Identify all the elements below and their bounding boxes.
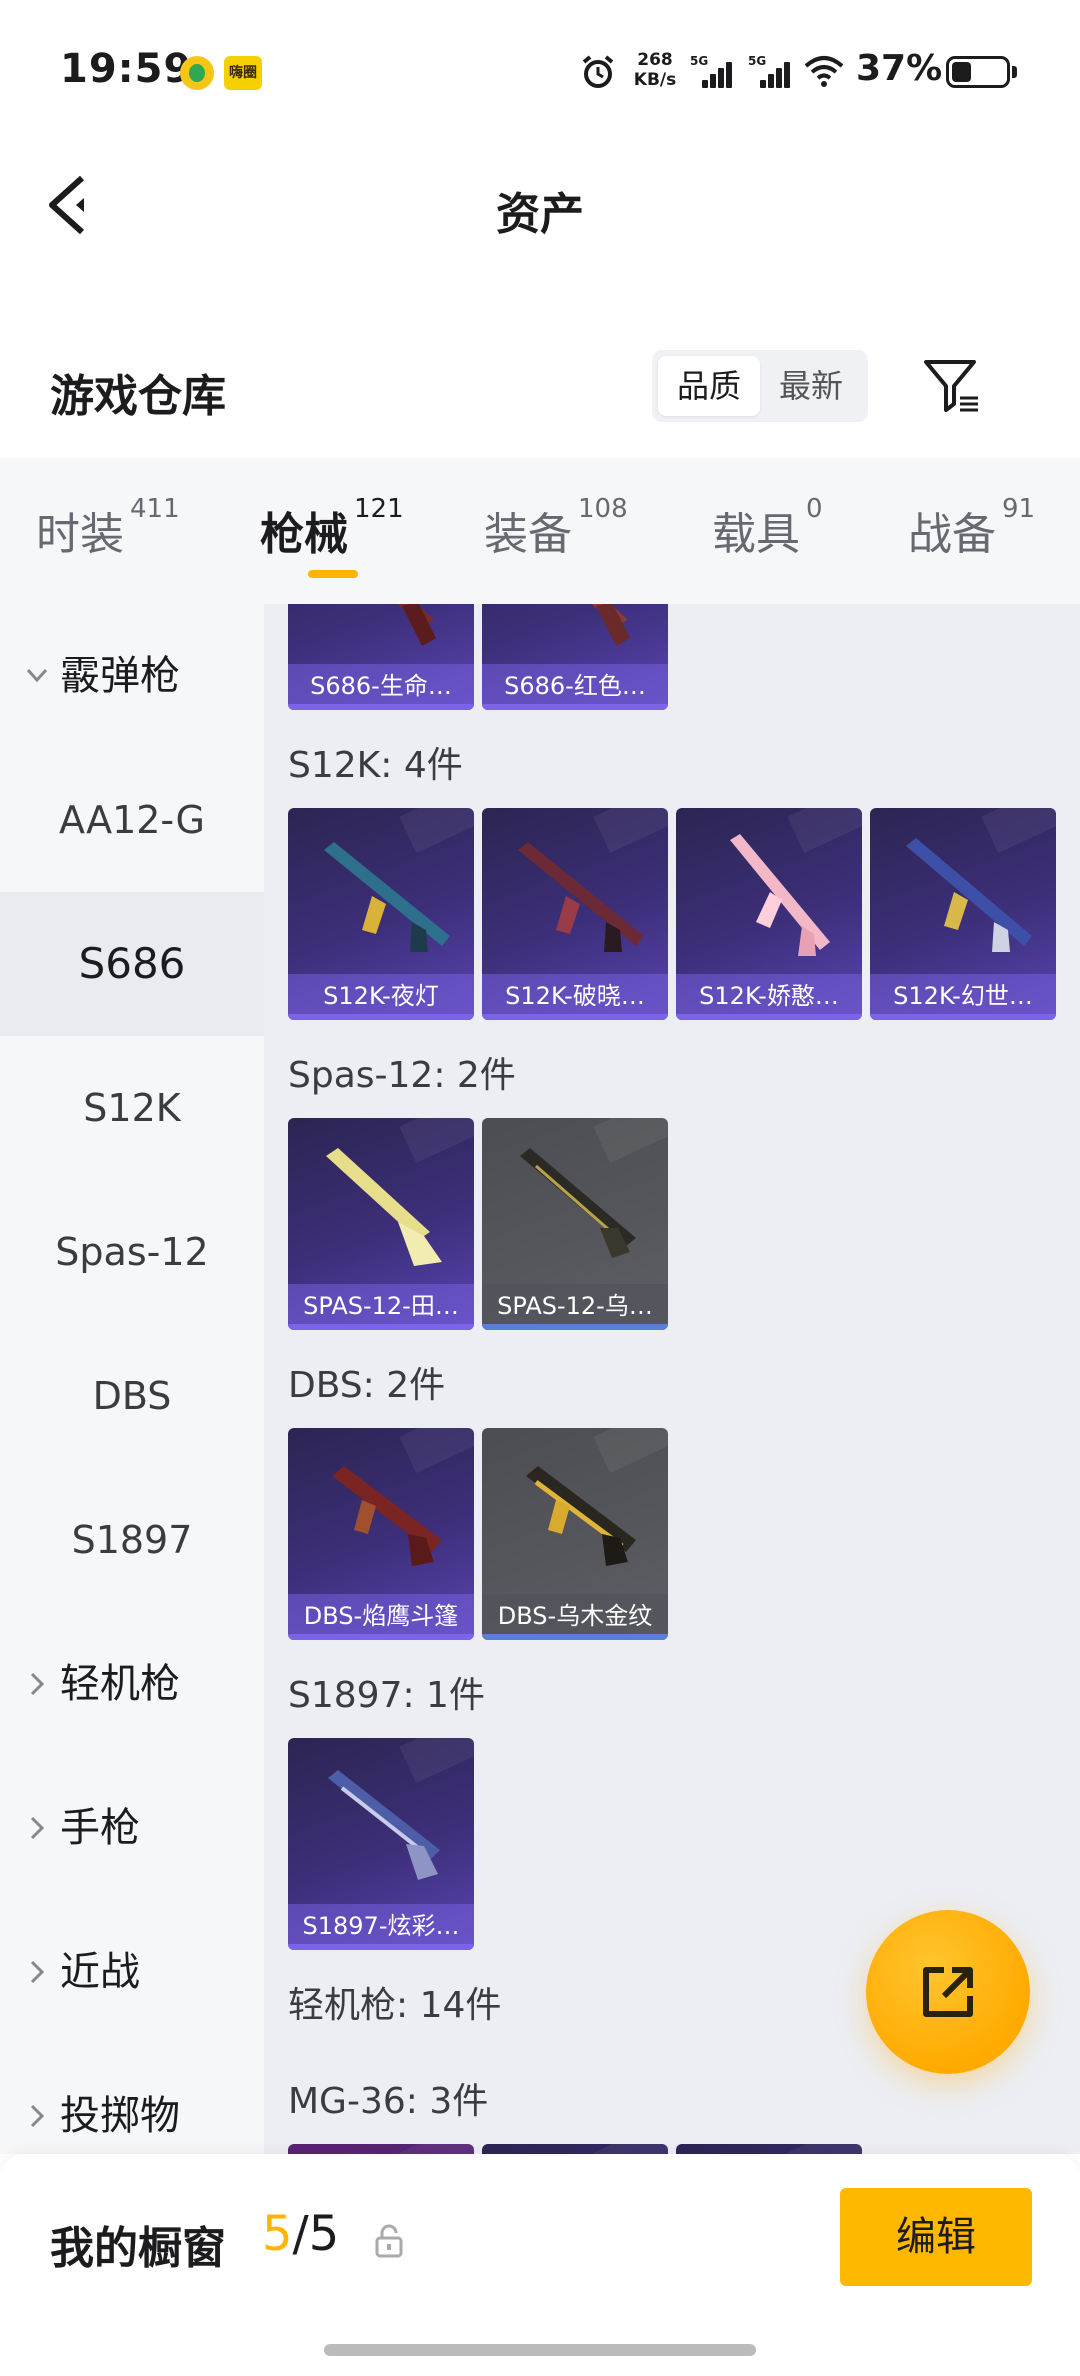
- filter-icon[interactable]: [920, 354, 984, 418]
- status-time: 19:59: [60, 46, 193, 92]
- shotgun-icon: [328, 1770, 440, 1880]
- weapon-card-name: DBS-焰鹰斗篷: [288, 1594, 474, 1640]
- page-title: 资产: [496, 189, 584, 240]
- signal-icon: 5G: [748, 54, 794, 90]
- sidebar-group-lmg[interactable]: 轻机枪: [0, 1612, 264, 1756]
- weapon-card[interactable]: [288, 2144, 474, 2154]
- group-label-spas12: Spas-12: 2件: [288, 1055, 516, 1096]
- shotgun-icon: [332, 1466, 442, 1566]
- shotgun-icon: [397, 604, 436, 646]
- shotgun-icon: [591, 604, 630, 646]
- weapon-card[interactable]: S12K-幻世…: [870, 808, 1056, 1020]
- battery-icon: [946, 56, 1010, 88]
- chevron-right-icon: [30, 2104, 45, 2128]
- weapon-card[interactable]: [676, 2144, 862, 2154]
- weapon-card[interactable]: S12K-破晓…: [482, 808, 668, 1020]
- sidebar-group-shotgun[interactable]: 霰弹枪: [0, 604, 264, 748]
- share-button[interactable]: [866, 1910, 1030, 2074]
- battery-percent: 37%: [856, 48, 943, 89]
- group-label-dbs: DBS: 2件: [288, 1365, 446, 1406]
- chevron-right-icon: [30, 1960, 45, 1984]
- weapon-card-name: S12K-破晓…: [482, 974, 668, 1020]
- weapon-card-name: DBS-乌木金纹: [482, 1594, 668, 1640]
- app-notification-icon: 嗨圈: [224, 56, 262, 90]
- chevron-down-icon: [26, 668, 48, 683]
- sidebar-item-s1897[interactable]: S1897: [0, 1468, 264, 1612]
- weapon-card[interactable]: [482, 2144, 668, 2154]
- tab-supplies[interactable]: 战备 91: [908, 494, 1035, 562]
- chevron-right-icon: [30, 1672, 45, 1696]
- weapon-card[interactable]: S686-生命…: [288, 604, 474, 710]
- rifle-icon: [906, 838, 1032, 952]
- weapon-card[interactable]: S686-红色…: [482, 604, 668, 710]
- weapon-card[interactable]: S12K-夜灯: [288, 808, 474, 1020]
- active-tab-indicator: [308, 570, 358, 578]
- sidebar-item-spas12[interactable]: Spas-12: [0, 1180, 264, 1324]
- category-tabs: 时装 411 枪械 121 装备 108 载具 0 战备 91: [0, 458, 1080, 604]
- sidebar-group-pistol[interactable]: 手枪: [0, 1756, 264, 1900]
- showcase-bar: 我的橱窗 5/5 编辑: [0, 2154, 1080, 2376]
- edit-button[interactable]: 编辑: [840, 2188, 1032, 2286]
- tab-equipment[interactable]: 装备 108: [484, 494, 628, 562]
- sidebar-item-dbs[interactable]: DBS: [0, 1324, 264, 1468]
- weapon-card-name: S1897-炫彩…: [288, 1904, 474, 1950]
- sidebar-group-melee[interactable]: 近战: [0, 1900, 264, 2044]
- share-icon: [923, 1967, 973, 2017]
- music-app-icon: [180, 56, 214, 90]
- tab-firearms[interactable]: 枪械 121: [260, 494, 404, 562]
- shotgun-icon: [526, 1466, 636, 1566]
- group-label-s1897: S1897: 1件: [288, 1675, 485, 1716]
- shotgun-icon: [326, 1148, 442, 1266]
- weapon-card-name: S686-生命…: [288, 664, 474, 710]
- group-label-lmg: 轻机枪: 14件: [288, 1985, 502, 2026]
- battery-level: [952, 62, 972, 82]
- tab-outfits[interactable]: 时装 411: [36, 494, 180, 562]
- weapon-card-name: S12K-娇憨…: [676, 974, 862, 1020]
- weapon-card-name: S686-红色…: [482, 664, 668, 710]
- sidebar-item-s12k[interactable]: S12K: [0, 1036, 264, 1180]
- app-header: 资产: [0, 140, 1080, 270]
- shotgun-icon: [520, 1148, 636, 1258]
- weapon-card-name: SPAS-12-乌…: [482, 1284, 668, 1330]
- showcase-count: 5/5: [262, 2206, 340, 2262]
- sort-toggle: 品质 最新: [652, 350, 868, 422]
- weapon-card[interactable]: SPAS-12-田…: [288, 1118, 474, 1330]
- weapon-card[interactable]: S1897-炫彩…: [288, 1738, 474, 1950]
- rifle-icon: [730, 834, 830, 956]
- weapon-card[interactable]: S12K-娇憨…: [676, 808, 862, 1020]
- weapon-category-sidebar: 霰弹枪 AA12-G S686 S12K Spas-12 DBS S1897 轻…: [0, 604, 264, 2154]
- showcase-title: 我的橱窗: [50, 2223, 226, 2274]
- status-bar: 19:59 嗨圈 268 KB/s 5G 5G 37%: [0, 0, 1080, 140]
- signal-icon: 5G: [690, 54, 736, 90]
- group-label-s12k: S12K: 4件: [288, 745, 463, 786]
- weapon-card-name: SPAS-12-田…: [288, 1284, 474, 1330]
- group-label-mg36: MG-36: 3件: [288, 2081, 489, 2122]
- battery-cap: [1012, 66, 1017, 78]
- chevron-right-icon: [30, 1816, 45, 1840]
- sidebar-item-s686[interactable]: S686: [0, 892, 264, 1036]
- sidebar-group-throwable[interactable]: 投掷物: [0, 2044, 264, 2154]
- weapon-card[interactable]: DBS-焰鹰斗篷: [288, 1428, 474, 1640]
- sort-quality-button[interactable]: 品质: [658, 356, 760, 416]
- network-speed: 268 KB/s: [633, 50, 677, 90]
- tab-vehicles[interactable]: 载具 0: [712, 494, 823, 562]
- rifle-icon: [324, 842, 450, 952]
- rifle-icon: [518, 842, 644, 952]
- weapon-card-name: S12K-幻世…: [870, 974, 1056, 1020]
- lock-icon: [375, 2224, 403, 2258]
- weapon-card-name: S12K-夜灯: [288, 974, 474, 1020]
- alarm-icon: [582, 55, 614, 88]
- sort-newest-button[interactable]: 最新: [760, 356, 862, 416]
- weapon-card[interactable]: DBS-乌木金纹: [482, 1428, 668, 1640]
- wifi-icon: [804, 56, 844, 87]
- weapon-card[interactable]: SPAS-12-乌…: [482, 1118, 668, 1330]
- home-indicator[interactable]: [324, 2344, 756, 2356]
- sidebar-item-aa12g[interactable]: AA12-G: [0, 748, 264, 892]
- section-title: 游戏仓库: [50, 371, 226, 422]
